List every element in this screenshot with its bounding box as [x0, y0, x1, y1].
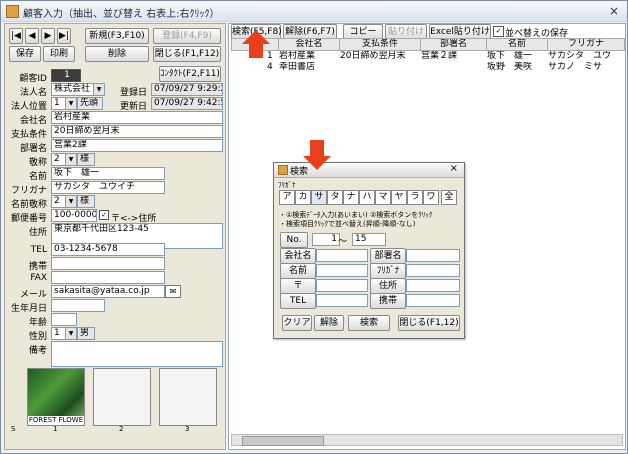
annotation-arrows	[242, 30, 331, 170]
arrow-up-annotation	[242, 30, 270, 58]
arrow-down-annotation	[303, 140, 331, 170]
